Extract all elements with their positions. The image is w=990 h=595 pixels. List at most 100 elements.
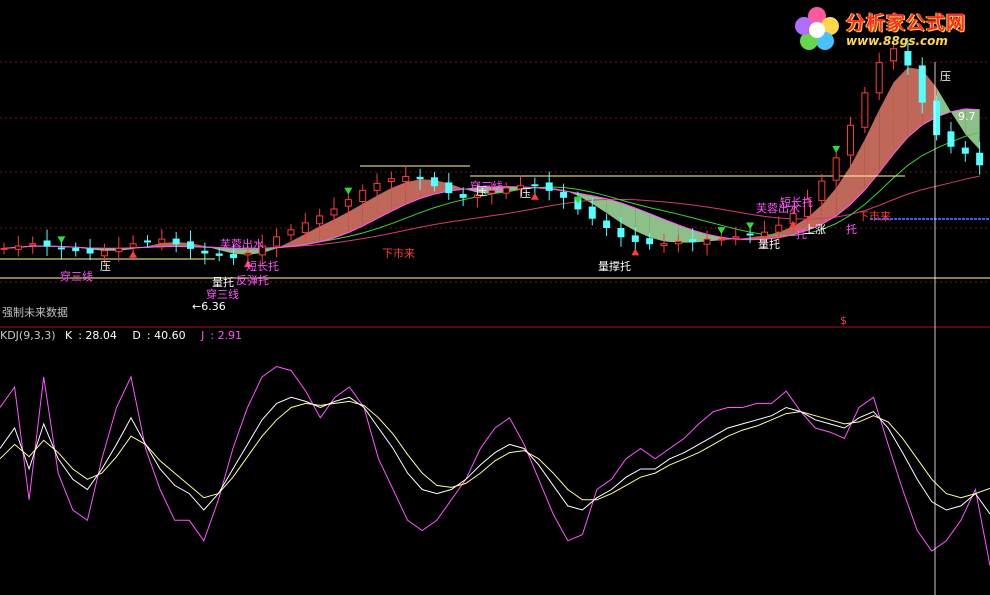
candle-body xyxy=(976,152,984,166)
legend-d-name: D xyxy=(132,329,141,342)
legend-d: D: 40.60 xyxy=(132,329,186,342)
candle-body xyxy=(287,229,295,236)
candle-body xyxy=(158,238,166,244)
candle-body xyxy=(646,238,654,245)
buy-arrow-icon xyxy=(344,187,353,195)
candle-body xyxy=(115,247,123,253)
legend-k-value: 28.04 xyxy=(85,329,117,342)
candle-body xyxy=(775,224,783,233)
kdj-line-j xyxy=(0,365,990,566)
chart-annotation: 上涨 xyxy=(804,223,826,236)
chart-annotation: ←6.36 xyxy=(192,300,226,313)
candle-body xyxy=(918,65,926,103)
candle-body xyxy=(387,178,395,183)
candle-body xyxy=(617,227,625,238)
chart-annotation: 短长托 xyxy=(246,259,279,273)
candle-body xyxy=(86,248,94,254)
logo-name: 分析家公式网 xyxy=(846,12,967,34)
price-panel[interactable]: 压穿三线芙蓉出水短长托反弹托量托穿三线←6.36下市来穿三线压 压量撑托芙蓉出水短… xyxy=(0,40,990,327)
candle-body xyxy=(344,199,352,207)
site-logo: 分析家公式网 www.88gs.com xyxy=(790,2,988,56)
candle-body xyxy=(947,131,955,147)
trend-band-segment xyxy=(893,67,908,154)
candle-body xyxy=(818,180,826,202)
candle-body xyxy=(215,253,223,256)
chart-annotation: 压 xyxy=(476,185,487,198)
trend-band-segment xyxy=(879,82,894,173)
chart-annotation: 托 xyxy=(846,222,857,236)
candle-body xyxy=(43,240,51,247)
candle-body xyxy=(832,157,840,181)
candle-body xyxy=(674,240,682,245)
candle-body xyxy=(430,177,438,187)
candle-body xyxy=(746,233,754,236)
legend-d-value: 40.60 xyxy=(154,329,186,342)
candle-body xyxy=(588,206,596,219)
chart-annotation: 短长托 xyxy=(780,195,813,209)
candle-body xyxy=(560,191,568,198)
chart-annotation: 下市来 xyxy=(382,246,415,260)
candle-body xyxy=(732,236,740,239)
chart-annotation: 穿三线 xyxy=(206,287,239,301)
candle-body xyxy=(172,238,180,245)
candle-body xyxy=(660,243,668,247)
flower-logo-icon xyxy=(795,7,839,50)
kdj-legend: KDJ(9,3,3) K: 28.04 D: 40.60 J: 2.91 xyxy=(0,329,254,342)
chart-canvas: 压穿三线芙蓉出水短长托反弹托量托穿三线←6.36下市来穿三线压 压量撑托芙蓉出水短… xyxy=(0,40,990,595)
kdj-title: KDJ(9,3,3) xyxy=(0,329,56,342)
candle-body xyxy=(545,182,553,191)
kdj-line-d xyxy=(0,400,990,501)
candle-body xyxy=(129,243,137,248)
buy-arrow-icon xyxy=(746,222,755,230)
sell-arrow-icon xyxy=(631,248,640,256)
chart-annotation: $ xyxy=(840,314,847,327)
trend-band-segment xyxy=(664,219,679,243)
chart-annotation: 压 xyxy=(940,70,951,83)
sell-arrow-icon xyxy=(129,250,138,258)
candle-body xyxy=(445,182,453,194)
candle-body xyxy=(316,215,324,225)
trend-band-segment xyxy=(391,182,406,212)
candle-body xyxy=(459,194,467,198)
candle-body xyxy=(230,253,238,259)
candle-body xyxy=(703,238,711,245)
legend-j-value: 2.91 xyxy=(217,329,243,342)
indicator-panel[interactable] xyxy=(0,365,990,566)
legend-j: J: 2.91 xyxy=(201,329,243,342)
candle-body xyxy=(359,189,367,203)
chart-annotation: 压 xyxy=(100,260,111,273)
candle-body xyxy=(29,243,37,246)
legend-k-name: K xyxy=(65,329,73,342)
candle-body xyxy=(502,187,510,194)
trend-band-segment xyxy=(405,179,421,205)
future-data-note: 强制未来数据 xyxy=(2,306,68,319)
logo-url: www.88gs.com xyxy=(846,34,948,48)
legend-k: K: 28.04 xyxy=(65,329,117,342)
chart-annotation: 压 xyxy=(520,187,531,200)
candle-body xyxy=(57,247,65,250)
legend-j-name: J xyxy=(201,329,205,342)
chart-annotation: 下市来 xyxy=(858,209,891,223)
trend-band-segment xyxy=(649,213,664,242)
chart-annotation: 9.7 xyxy=(958,110,976,123)
buy-arrow-icon xyxy=(717,227,726,235)
candle-body xyxy=(760,231,768,237)
candle-body xyxy=(531,184,539,187)
candle-body xyxy=(631,235,639,242)
sell-arrow-icon xyxy=(530,192,539,200)
chart-annotation: 量托 xyxy=(758,237,780,251)
candle-body xyxy=(402,175,410,183)
candle-body xyxy=(603,220,611,228)
chart-annotation: 反弹托 xyxy=(236,273,269,287)
candle-body xyxy=(0,247,8,250)
candle-body xyxy=(330,208,338,216)
chart-annotation: 穿三线 xyxy=(60,269,93,283)
chart-annotation: 量撑托 xyxy=(598,259,631,273)
candle-body xyxy=(416,176,424,180)
candle-body xyxy=(861,92,869,128)
candle-body xyxy=(72,247,80,252)
candle-body xyxy=(100,250,108,257)
candle-body xyxy=(273,236,281,247)
buy-arrow-icon xyxy=(832,145,841,153)
candle-body xyxy=(187,241,195,249)
